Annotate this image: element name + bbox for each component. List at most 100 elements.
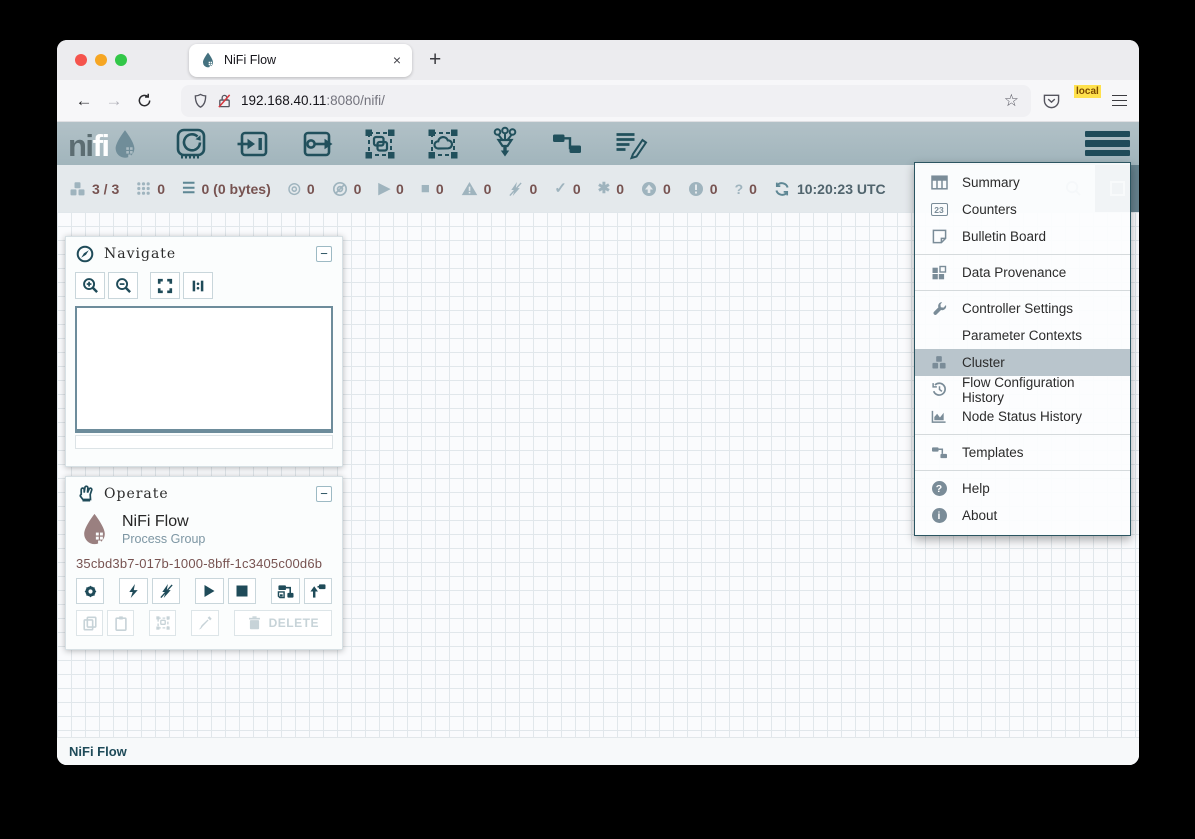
menu-item-flow-configuration-history[interactable]: Flow Configuration History <box>915 376 1130 403</box>
stat-locally-modified-and-stale: 0 <box>688 181 718 197</box>
process-group-component-icon[interactable] <box>361 126 399 162</box>
birdseye-view[interactable] <box>75 306 333 433</box>
browser-window: NiFi Flow × + ← → <box>57 40 1139 765</box>
maximize-window-button[interactable] <box>115 54 127 66</box>
menu-item-parameter-contexts[interactable]: Parameter Contexts <box>915 322 1130 349</box>
navigate-header[interactable]: Navigate − <box>66 237 342 269</box>
label-component-icon[interactable] <box>611 126 649 162</box>
bookmark-star-icon[interactable]: ☆ <box>1004 91 1019 111</box>
disable-button[interactable] <box>152 578 180 604</box>
input-port-component-icon[interactable] <box>235 126 273 162</box>
wrench-icon <box>929 301 949 316</box>
profile-avatar[interactable]: local <box>1074 89 1098 113</box>
counters-icon: 23 <box>929 203 949 216</box>
stat-queued: ☰ 0 (0 bytes) <box>182 181 271 197</box>
nifi-app: nifi <box>57 122 1139 765</box>
stat-disabled: 0 <box>508 181 537 197</box>
delete-button[interactable]: DELETE <box>234 610 332 636</box>
menu-item-cluster[interactable]: Cluster <box>915 349 1130 376</box>
zoom-fit-button[interactable] <box>150 272 180 299</box>
menu-item-data-provenance[interactable]: Data Provenance <box>915 259 1130 286</box>
nifi-logo-ni: ni <box>68 132 93 160</box>
stat-not-transmitting: 0 <box>332 181 362 197</box>
navigate-collapse-button[interactable]: − <box>316 246 332 262</box>
provenance-icon <box>929 265 949 281</box>
output-port-component-icon[interactable] <box>298 126 336 162</box>
cluster-icon <box>69 181 86 197</box>
funnel-component-icon[interactable] <box>487 126 523 162</box>
birdseye-resize-handle[interactable] <box>75 435 333 449</box>
help-question-circle-icon: ? <box>929 481 949 496</box>
forward-icon[interactable]: → <box>99 86 129 116</box>
start-button[interactable] <box>195 578 223 604</box>
url-bar[interactable]: 192.168.40.11:8080/nifi/ ☆ <box>181 85 1031 117</box>
operate-title: Operate <box>104 486 306 502</box>
question-icon: ? <box>735 182 744 196</box>
menu-item-node-status-history[interactable]: Node Status History <box>915 403 1130 430</box>
hand-pointer-icon <box>76 485 94 503</box>
browser-tab[interactable]: NiFi Flow × <box>189 44 412 77</box>
menu-item-about[interactable]: i About <box>915 502 1130 529</box>
menu-item-counters[interactable]: 23 Counters <box>915 196 1130 223</box>
minimize-window-button[interactable] <box>95 54 107 66</box>
browser-menu-icon[interactable] <box>1112 95 1127 107</box>
selected-component-name: NiFi Flow <box>122 513 205 531</box>
cluster-cubes-icon <box>929 355 949 370</box>
close-window-button[interactable] <box>75 54 87 66</box>
menu-separator <box>915 434 1130 435</box>
asterisk-icon: ✱ <box>598 181 611 196</box>
configure-button[interactable] <box>76 578 104 604</box>
menu-separator <box>915 290 1130 291</box>
back-icon[interactable]: ← <box>69 86 99 116</box>
operate-collapse-button[interactable]: − <box>316 486 332 502</box>
tab-title: NiFi Flow <box>224 53 385 67</box>
nifi-header-toolbar: nifi <box>57 122 1139 165</box>
transmitting-icon: ◎ <box>288 181 301 196</box>
create-template-button[interactable] <box>271 578 299 604</box>
processor-component-icon[interactable] <box>172 126 210 162</box>
pocket-icon[interactable] <box>1043 93 1060 109</box>
disabled-bolt-slash-icon <box>508 181 523 197</box>
summary-table-icon <box>929 175 949 190</box>
global-menu-button[interactable] <box>1085 131 1130 157</box>
nifi-logo-fi: fi <box>93 132 109 160</box>
window-controls <box>75 54 127 66</box>
change-color-button[interactable] <box>191 610 218 636</box>
profile-badge: local <box>1074 85 1101 98</box>
copy-button[interactable] <box>76 610 103 636</box>
menu-item-templates[interactable]: Templates <box>915 439 1130 466</box>
refresh-icon[interactable] <box>774 181 790 197</box>
queued-list-icon: ☰ <box>182 181 195 196</box>
stopped-square-icon: ■ <box>421 181 430 196</box>
zoom-out-button[interactable] <box>108 272 138 299</box>
enable-button[interactable] <box>119 578 147 604</box>
breadcrumb-root[interactable]: NiFi Flow <box>69 744 127 759</box>
shield-icon[interactable] <box>193 93 208 109</box>
nifi-logo: nifi <box>68 128 140 160</box>
upload-template-button[interactable] <box>304 578 332 604</box>
remote-process-group-component-icon[interactable] <box>424 126 462 162</box>
menu-item-controller-settings[interactable]: Controller Settings <box>915 295 1130 322</box>
sticky-note-icon <box>929 229 949 244</box>
tab-close-icon[interactable]: × <box>393 53 401 67</box>
url-text[interactable]: 192.168.40.11:8080/nifi/ <box>241 93 995 108</box>
menu-separator <box>915 470 1130 471</box>
stat-stale: 0 <box>641 181 671 197</box>
menu-item-help[interactable]: ? Help <box>915 475 1130 502</box>
group-button[interactable] <box>149 610 176 636</box>
menu-item-bulletin-board[interactable]: Bulletin Board <box>915 223 1130 250</box>
stat-stopped: ■ 0 <box>421 181 444 197</box>
zoom-in-button[interactable] <box>75 272 105 299</box>
navigate-palette: Navigate − <box>65 236 343 467</box>
template-component-icon[interactable] <box>548 126 586 162</box>
paste-button[interactable] <box>107 610 134 636</box>
stop-button[interactable] <box>228 578 256 604</box>
templates-icon <box>929 445 949 460</box>
operate-header[interactable]: Operate − <box>66 477 342 509</box>
zoom-actual-size-button[interactable] <box>183 272 213 299</box>
clock-text: 10:20:23 UTC <box>797 181 886 197</box>
reload-icon[interactable] <box>129 86 159 116</box>
menu-item-summary[interactable]: Summary <box>915 169 1130 196</box>
new-tab-button[interactable]: + <box>429 48 441 72</box>
insecure-lock-icon[interactable] <box>217 93 232 109</box>
